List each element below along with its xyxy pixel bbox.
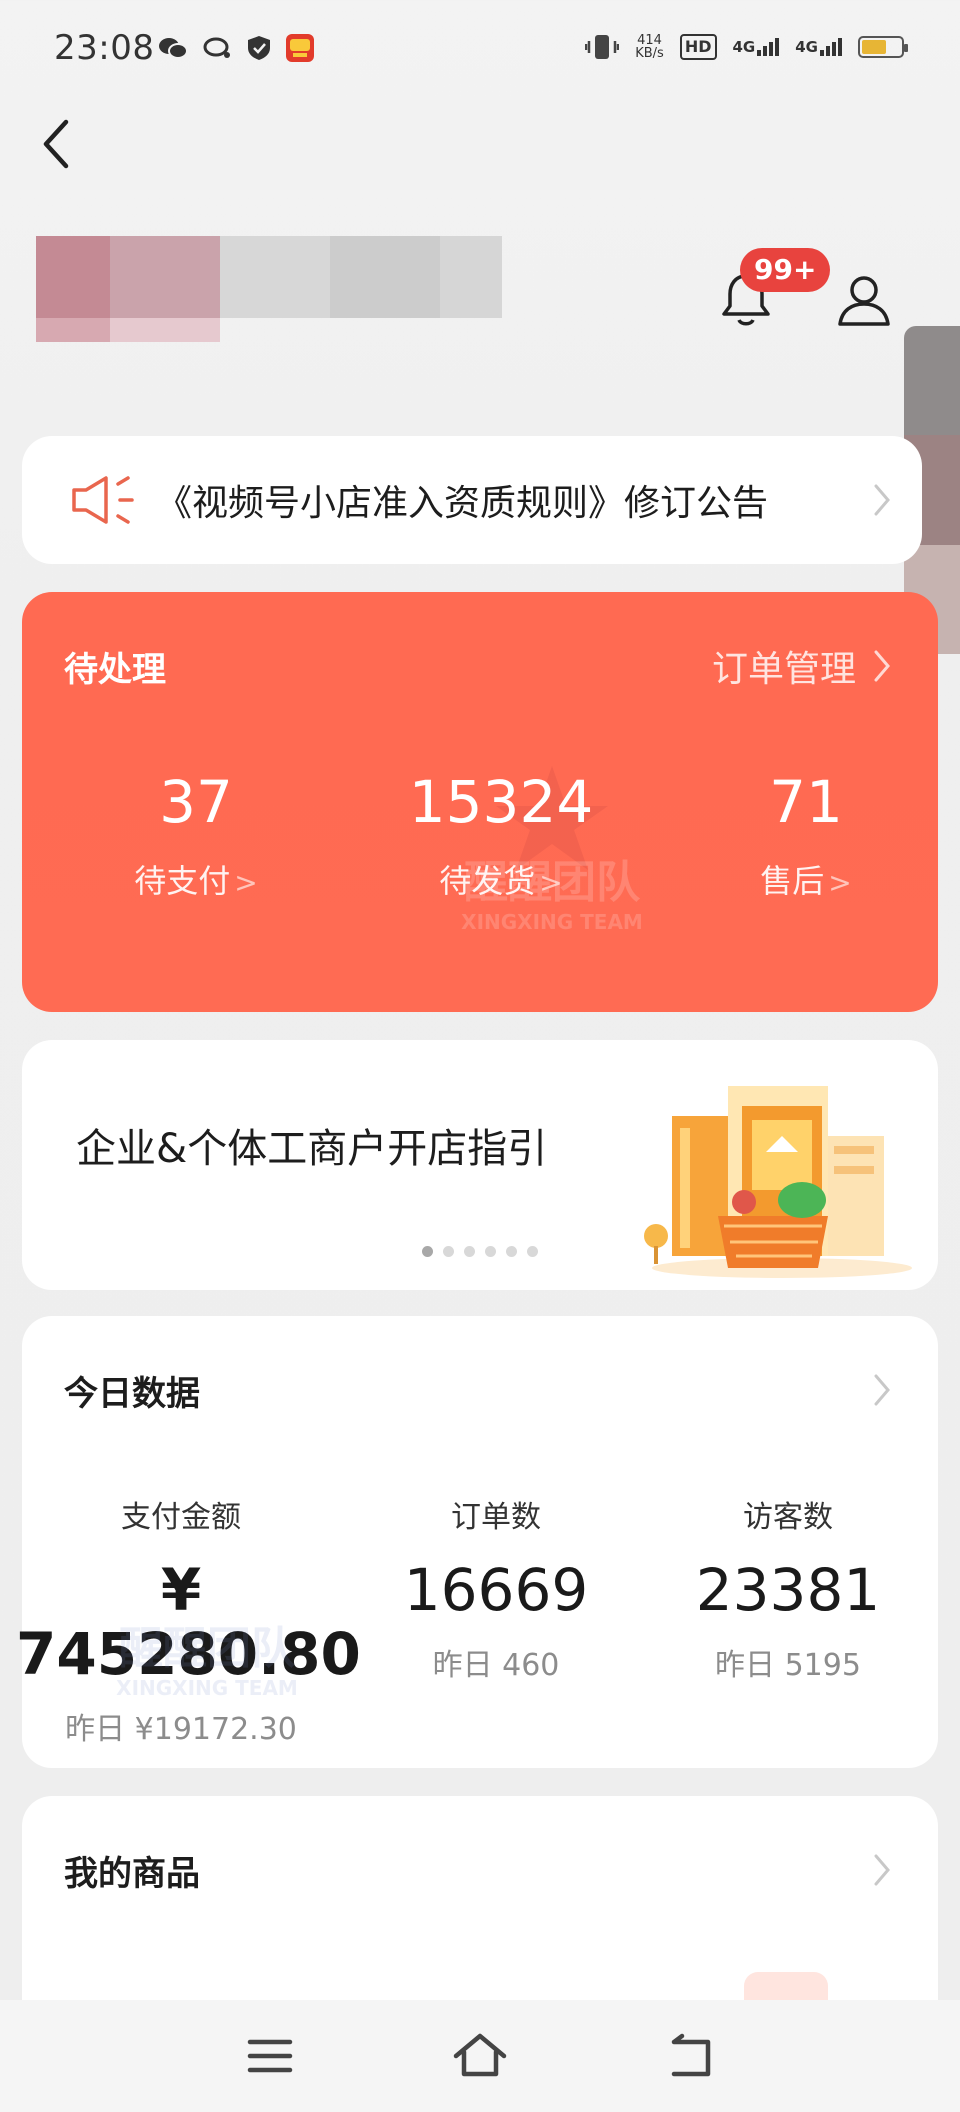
taobao-app-icon bbox=[286, 34, 314, 62]
watermark: 醒醒团队 XINGXING TEAM bbox=[116, 1623, 298, 1700]
my-products-title: 我的商品 bbox=[64, 1854, 200, 1894]
signal-2: 4G bbox=[795, 38, 842, 56]
chevron-right-icon: > bbox=[234, 866, 258, 899]
hd-voice-badge: HD bbox=[679, 34, 717, 60]
order-count-stat[interactable]: 订单数 16669 昨日 460 bbox=[346, 1492, 646, 1684]
status-time: 23:08 bbox=[54, 28, 155, 68]
back-icon[interactable] bbox=[36, 114, 80, 174]
pagination-dot[interactable] bbox=[464, 1246, 475, 1257]
notification-badge: 99+ bbox=[740, 248, 831, 292]
menu-icon[interactable] bbox=[242, 2030, 298, 2082]
visitor-count-stat[interactable]: 访客数 23381 昨日 5195 bbox=[648, 1492, 928, 1684]
signal-1: 4G bbox=[733, 38, 780, 56]
pending-title: 待处理 bbox=[64, 650, 166, 690]
pending-shipment-stat[interactable]: 15324 待发货 > bbox=[371, 772, 631, 902]
chat-bubble-icon bbox=[203, 37, 230, 58]
announcement-text: 《视频号小店准入资质规则》修订公告 bbox=[156, 483, 769, 524]
signal-bars-icon bbox=[757, 38, 780, 56]
after-sales-stat[interactable]: 71 售后 > bbox=[676, 772, 936, 902]
chevron-right-icon: > bbox=[828, 866, 852, 899]
status-system-icons: 414 KB/s HD 4G 4G bbox=[585, 32, 908, 62]
pagination-dot-active[interactable] bbox=[422, 1246, 433, 1257]
network-speed: 414 KB/s bbox=[635, 33, 664, 61]
megaphone-icon bbox=[72, 476, 134, 524]
chevron-right-icon: > bbox=[539, 866, 563, 899]
system-navigation-bar bbox=[0, 2000, 960, 2112]
return-icon[interactable] bbox=[664, 2030, 720, 2082]
chevron-right-icon bbox=[874, 484, 890, 516]
pagination-dot[interactable] bbox=[485, 1246, 496, 1257]
pending-payment-stat[interactable]: 37 待支付 > bbox=[66, 772, 326, 902]
shield-icon bbox=[248, 36, 270, 60]
pagination-dot[interactable] bbox=[527, 1246, 538, 1257]
vibrate-icon bbox=[585, 35, 620, 59]
shop-name-blurred bbox=[36, 236, 502, 354]
pagination-dot[interactable] bbox=[506, 1246, 517, 1257]
shop-guide-banner[interactable]: 企业&个体工商户开店指引 bbox=[22, 1040, 938, 1290]
today-data-card: 今日数据 支付金额 ¥ 745280.80 昨日 ¥19172.30 订单数 1… bbox=[16, 1316, 938, 1768]
storefront-illustration bbox=[644, 1086, 912, 1278]
wechat-icon bbox=[159, 38, 188, 59]
order-management-link[interactable]: 订单管理 bbox=[712, 640, 856, 692]
battery-icon bbox=[858, 36, 908, 58]
chevron-right-icon[interactable] bbox=[870, 1370, 894, 1410]
status-bar: 23:08 414 KB/s HD 4G 4G bbox=[0, 0, 960, 100]
home-icon[interactable] bbox=[452, 2030, 508, 2082]
banner-pagination[interactable] bbox=[422, 1246, 538, 1257]
pending-tasks-card: 待处理 订单管理 醒醒团队 XINGXING TEAM 37 待支付 > 1532… bbox=[22, 592, 938, 1012]
status-notification-icons bbox=[158, 34, 314, 62]
user-icon[interactable] bbox=[836, 272, 892, 328]
signal-bars-icon bbox=[820, 38, 842, 56]
today-data-title: 今日数据 bbox=[64, 1374, 200, 1414]
announcement-bar[interactable]: 《视频号小店准入资质规则》修订公告 bbox=[22, 436, 922, 564]
pagination-dot[interactable] bbox=[443, 1246, 454, 1257]
chevron-right-icon[interactable] bbox=[870, 1850, 894, 1890]
banner-title: 企业&个体工商户开店指引 bbox=[76, 1126, 548, 1172]
chevron-right-icon[interactable] bbox=[870, 646, 894, 686]
